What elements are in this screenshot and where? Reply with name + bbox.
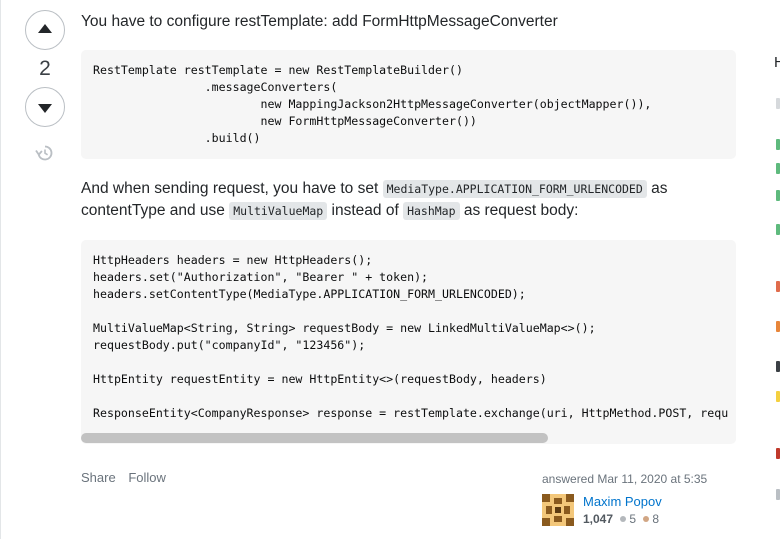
user-card: answered Mar 11, 2020 at 5:35 Maxim Popo… bbox=[542, 471, 742, 526]
user-name-link[interactable]: Maxim Popov bbox=[583, 494, 662, 509]
user-avatar[interactable] bbox=[542, 494, 574, 526]
history-icon[interactable] bbox=[33, 142, 55, 164]
vote-count: 2 bbox=[39, 57, 51, 80]
sidebar-clipped-edge: H bbox=[772, 0, 780, 539]
reputation-score: 1,047 bbox=[583, 512, 614, 526]
post-actions: Share Follow bbox=[81, 470, 175, 485]
vote-column: 2 bbox=[24, 10, 66, 161]
code-scrollbar[interactable] bbox=[81, 433, 548, 443]
bronze-badge-icon bbox=[643, 516, 650, 523]
sidebar-item-icon bbox=[776, 163, 780, 174]
code-block-text: HttpHeaders headers = new HttpHeaders();… bbox=[93, 253, 729, 420]
sidebar-item-icon bbox=[776, 361, 780, 372]
sidebar-item-icon bbox=[776, 489, 780, 500]
inline-code-mediatype: MediaType.APPLICATION_FORM_URLENCODED bbox=[382, 180, 647, 198]
user-reputation: 1,047 5 8 bbox=[583, 512, 659, 526]
inline-code-multivaluemap: MultiValueMap bbox=[229, 202, 328, 220]
content-left-border bbox=[0, 0, 1, 539]
sidebar-item-icon bbox=[776, 98, 780, 109]
answer-paragraph-2: And when sending request, you have to se… bbox=[81, 178, 681, 222]
share-link[interactable]: Share bbox=[81, 470, 116, 485]
downvote-button[interactable] bbox=[25, 87, 65, 127]
bronze-badge-count: 8 bbox=[652, 512, 660, 526]
code-block-text: RestTemplate restTemplate = new RestTemp… bbox=[93, 63, 652, 145]
sidebar-heading-fragment: H bbox=[774, 54, 780, 71]
paragraph-text: as request body: bbox=[459, 202, 579, 219]
code-block-resttemplate: RestTemplate restTemplate = new RestTemp… bbox=[81, 50, 736, 159]
sidebar-item-icon bbox=[776, 281, 780, 292]
code-block-request[interactable]: HttpHeaders headers = new HttpHeaders();… bbox=[81, 240, 736, 444]
arrow-down-icon bbox=[38, 104, 52, 113]
silver-badge-icon bbox=[620, 516, 627, 523]
sidebar-item-icon bbox=[776, 391, 780, 402]
paragraph-text: And when sending request, you have to se… bbox=[81, 180, 383, 197]
follow-link[interactable]: Follow bbox=[128, 470, 166, 485]
answered-timestamp[interactable]: answered Mar 11, 2020 at 5:35 bbox=[542, 471, 742, 487]
answer-intro-text: You have to configure restTemplate: add … bbox=[81, 13, 558, 30]
sidebar-item-icon bbox=[776, 321, 780, 332]
sidebar-item-icon bbox=[776, 139, 780, 150]
sidebar-item-icon bbox=[776, 190, 780, 201]
upvote-button[interactable] bbox=[25, 10, 65, 50]
inline-code-hashmap: HashMap bbox=[403, 202, 460, 220]
sidebar-item-icon bbox=[776, 448, 780, 459]
paragraph-text: instead of bbox=[327, 202, 404, 219]
silver-badge-count: 5 bbox=[629, 512, 637, 526]
sidebar-item-icon bbox=[776, 224, 780, 235]
arrow-up-icon bbox=[38, 24, 52, 33]
